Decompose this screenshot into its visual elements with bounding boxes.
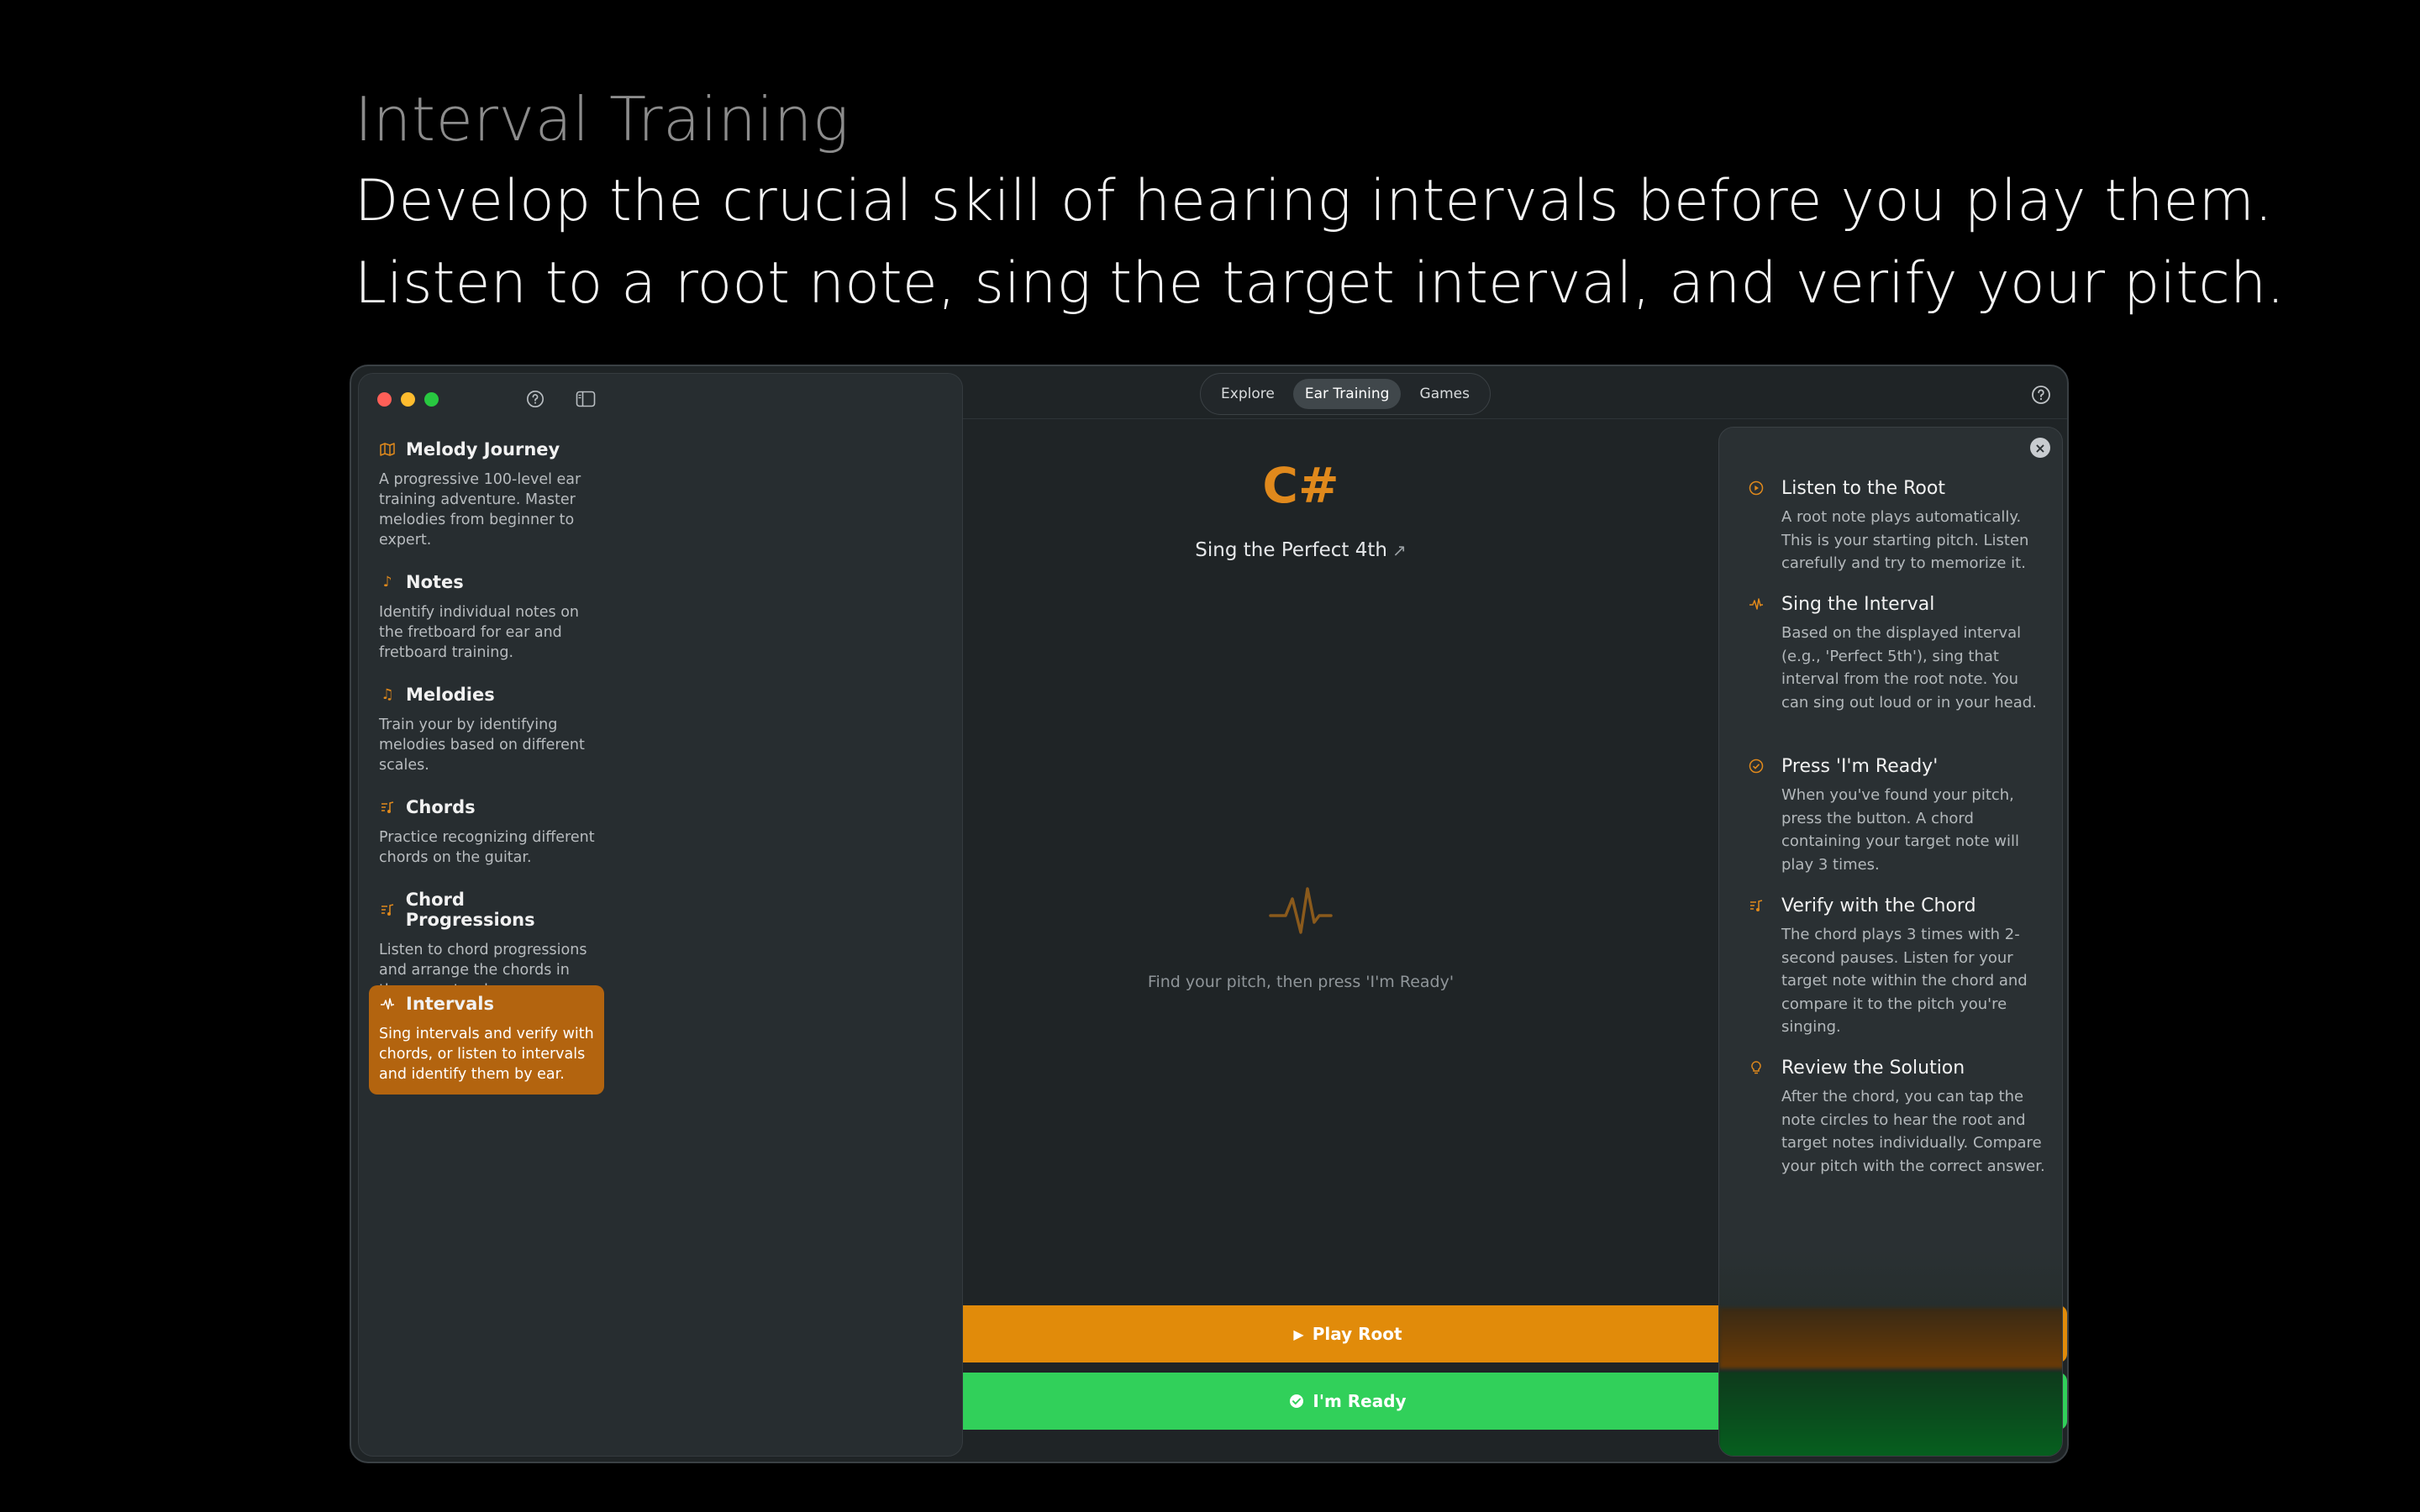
help-step: Review the Solution After the chord, you… xyxy=(1748,1058,2050,1178)
help-step-desc: When you've found your pitch, press the … xyxy=(1781,786,2020,874)
sidebar-toggle-button[interactable] xyxy=(572,386,599,412)
help-step-title: Listen to the Root xyxy=(1781,478,1945,499)
help-step: Sing the Interval Based on the displayed… xyxy=(1748,594,2050,714)
play-circle-icon xyxy=(1748,480,1765,496)
help-panel: × Listen to the Root A root note plays a… xyxy=(1718,427,2063,1457)
chord-icon xyxy=(1748,897,1765,914)
sidebar-item-desc: Train your by identifying melodies based… xyxy=(379,717,585,774)
tab-explore[interactable]: Explore xyxy=(1209,379,1286,409)
help-step-desc: Based on the displayed interval (e.g., '… xyxy=(1781,624,2037,711)
panel-glow-green xyxy=(1719,1372,2062,1456)
sidebar-item-desc: Sing intervals and verify with chords, o… xyxy=(379,1026,594,1083)
play-root-label: Play Root xyxy=(1312,1324,1402,1344)
help-button[interactable] xyxy=(2029,383,2053,407)
sidebar-item-desc: A progressive 100-level ear training adv… xyxy=(379,471,581,549)
sidebar-item-label: Chord Progressions xyxy=(405,890,535,930)
sidebar-help-button[interactable] xyxy=(522,386,549,412)
sidebar: Melody Journey A progressive 100-level e… xyxy=(358,373,963,1457)
minimize-window-button[interactable] xyxy=(401,392,415,407)
help-step-title: Sing the Interval xyxy=(1781,594,1935,615)
help-step-title: Review the Solution xyxy=(1781,1058,1965,1079)
sidebar-item-label: Notes xyxy=(406,572,464,592)
music-notes-icon: ♫ xyxy=(381,686,394,703)
app-window: Explore Ear Training Games C# Sing the P… xyxy=(350,365,2069,1463)
sidebar-item-label: Melody Journey xyxy=(406,439,560,459)
help-step: Listen to the Root A root note plays aut… xyxy=(1748,478,2050,575)
map-icon xyxy=(379,441,396,458)
hero-line-1: Develop the crucial skill of hearing int… xyxy=(355,168,2273,234)
help-step: Verify with the Chord The chord plays 3 … xyxy=(1748,895,2050,1039)
sidebar-item-melody-journey[interactable]: Melody Journey A progressive 100-level e… xyxy=(369,431,604,560)
help-step: Press 'I'm Ready' When you've found your… xyxy=(1748,756,2050,876)
sidebar-item-melodies[interactable]: ♫ Melodies Train your by identifying mel… xyxy=(369,676,604,785)
sidebar-item-desc: Practice recognizing different chords on… xyxy=(379,829,595,866)
waveform-icon xyxy=(1269,887,1333,934)
sidebar-icon xyxy=(576,391,596,407)
nav-segmented-control: Explore Ear Training Games xyxy=(1200,373,1491,415)
music-note-icon: ♪ xyxy=(382,574,392,591)
close-icon[interactable]: × xyxy=(2030,438,2050,458)
play-icon: ▶ xyxy=(1293,1326,1304,1342)
check-circle-icon xyxy=(1290,1394,1304,1408)
tab-ear-training[interactable]: Ear Training xyxy=(1292,379,1402,409)
sidebar-item-label: Melodies xyxy=(406,685,495,705)
instruction-text: Sing the Perfect 4th xyxy=(1195,539,1387,561)
tab-games[interactable]: Games xyxy=(1408,379,1481,409)
help-step-desc: After the chord, you can tap the note ci… xyxy=(1781,1088,2045,1175)
root-note-label: C# xyxy=(1262,457,1339,514)
question-circle-icon xyxy=(527,391,544,407)
zoom-window-button[interactable] xyxy=(424,392,439,407)
sidebar-item-desc: Identify individual notes on the fretboa… xyxy=(379,604,580,661)
help-step-title: Verify with the Chord xyxy=(1781,895,1976,916)
arrow-up-right-icon: ↗ xyxy=(1392,540,1407,560)
sidebar-item-notes[interactable]: ♪ Notes Identify individual notes on the… xyxy=(369,564,604,673)
chord-progression-icon xyxy=(379,901,396,918)
sidebar-item-intervals[interactable]: Intervals Sing intervals and verify with… xyxy=(369,985,604,1095)
close-window-button[interactable] xyxy=(377,392,392,407)
question-circle-icon xyxy=(2032,386,2050,404)
waveform-icon xyxy=(379,995,396,1012)
hero-kicker: Interval Training xyxy=(355,84,850,155)
pitch-hint: Find your pitch, then press 'I'm Ready' xyxy=(1147,973,1455,991)
check-circle-icon xyxy=(1748,758,1765,774)
panel-glow-orange xyxy=(1719,1308,2062,1368)
sidebar-item-label: Intervals xyxy=(406,994,494,1014)
help-step-title: Press 'I'm Ready' xyxy=(1781,756,1939,777)
chord-icon xyxy=(379,799,396,816)
sidebar-item-label: Chords xyxy=(406,797,476,817)
lightbulb-icon xyxy=(1748,1059,1765,1076)
im-ready-label: I'm Ready xyxy=(1313,1391,1407,1411)
waveform-icon xyxy=(1748,596,1765,612)
interval-instruction: Sing the Perfect 4th ↗ xyxy=(1133,539,1469,561)
help-step-desc: The chord plays 3 times with 2-second pa… xyxy=(1781,926,2028,1036)
sidebar-item-chords[interactable]: Chords Practice recognizing different ch… xyxy=(369,789,604,878)
hero-line-2: Listen to a root note, sing the target i… xyxy=(355,250,2286,317)
help-step-desc: A root note plays automatically. This is… xyxy=(1781,508,2029,572)
